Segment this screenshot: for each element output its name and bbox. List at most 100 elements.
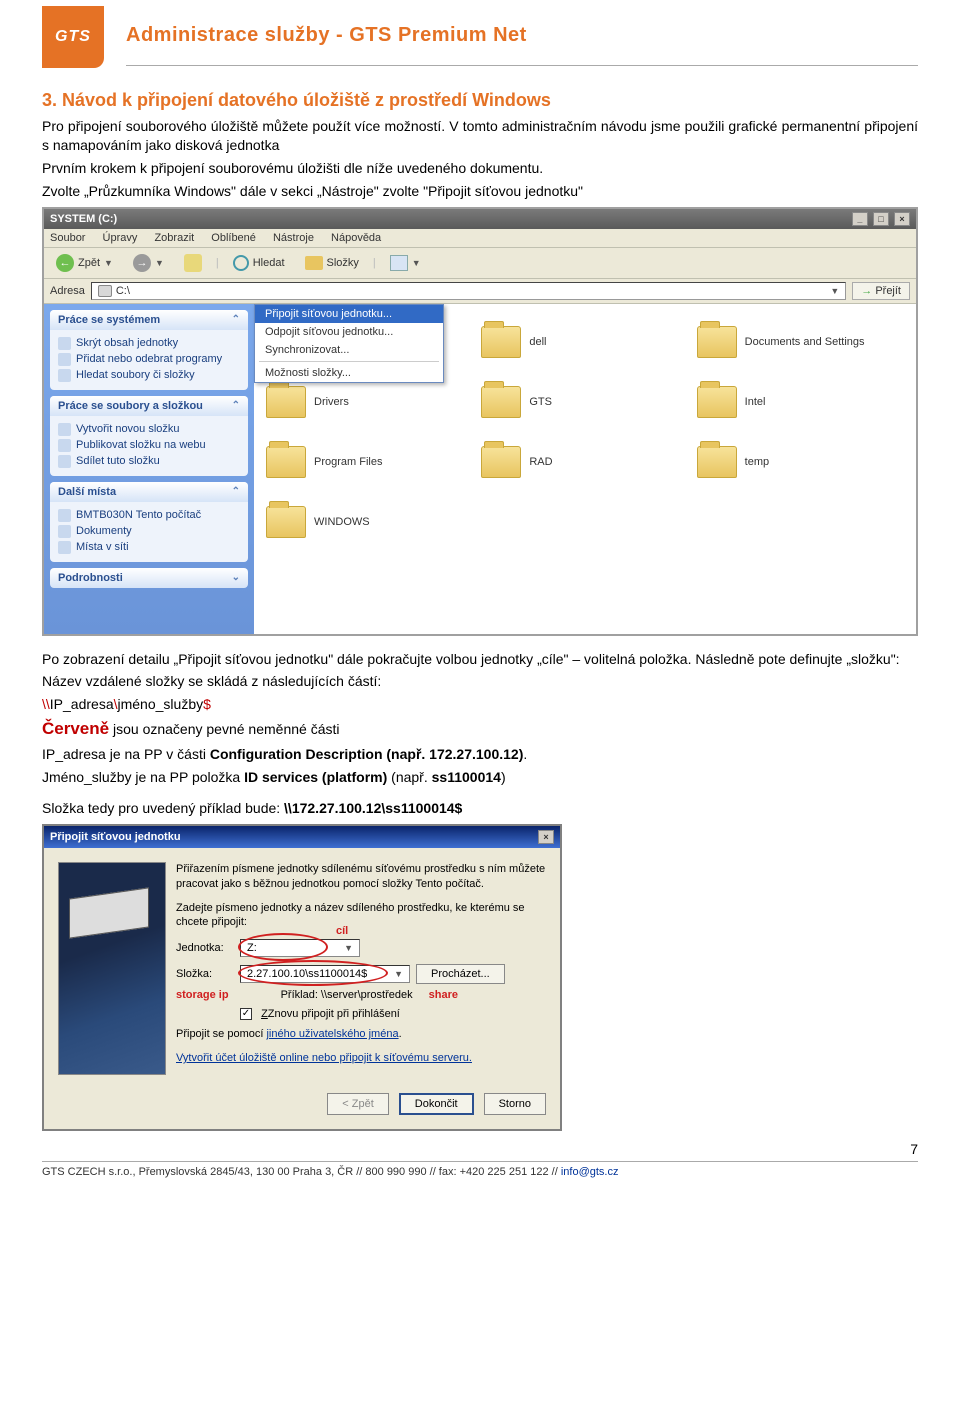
sidebar-item[interactable]: Místa v síti (58, 539, 240, 555)
browse-button[interactable]: Procházet... (416, 964, 505, 984)
maximize-icon[interactable]: □ (873, 212, 889, 226)
panel-header[interactable]: Podrobnosti ⌄ (50, 568, 248, 588)
back-icon: ← (56, 254, 74, 272)
search-icon (233, 255, 249, 271)
footer-email-link[interactable]: info@gts.cz (561, 1166, 619, 1178)
collapse-icon: ⌃ (232, 486, 240, 497)
folder-label: Složka: (176, 968, 234, 980)
disk-icon (98, 285, 112, 297)
sidebar-item[interactable]: BMTB030N Tento počítač (58, 507, 240, 523)
folder-icon (266, 386, 306, 418)
folder-item[interactable]: RAD (477, 432, 692, 492)
address-bar: Adresa C:\ ▼ → Přejít (44, 279, 916, 304)
close-icon[interactable]: × (894, 212, 910, 226)
annotation-share: share (429, 989, 458, 1001)
drive-label: Jednotka: (176, 942, 234, 954)
sidebar-item[interactable]: Sdílet tuto složku (58, 453, 240, 469)
gts-logo: GTS (42, 6, 104, 68)
intro-p1: Pro připojení souborového úložiště můžet… (42, 117, 918, 155)
panel-title: Práce se soubory a složkou (58, 400, 203, 412)
mid-p1: Po zobrazení detailu „Připojit síťovou j… (42, 650, 918, 669)
back-button: < Zpět (327, 1093, 389, 1115)
explorer-titlebar: SYSTEM (C:) _ □ × (44, 209, 916, 229)
page-header: GTS Administrace služby - GTS Premium Ne… (42, 6, 918, 68)
finish-button[interactable]: Dokončit (399, 1093, 474, 1115)
page-number: 7 (42, 1141, 918, 1157)
dropdown-item-disconnect[interactable]: Odpojit síťovou jednotku... (255, 323, 443, 341)
chevron-down-icon: ▼ (104, 258, 113, 268)
folders-label: Složky (327, 257, 359, 269)
menu-help[interactable]: Nápověda (331, 232, 381, 244)
folder-item[interactable]: Intel (693, 372, 908, 432)
menu-file[interactable]: Soubor (50, 232, 85, 244)
folder-item[interactable]: dell (477, 312, 692, 372)
panel-header[interactable]: Práce se soubory a složkou ⌃ (50, 396, 248, 416)
item-icon (58, 337, 71, 350)
signup-link[interactable]: Vytvořit účet úložiště online nebo připo… (176, 1052, 472, 1064)
folders-button[interactable]: Složky (299, 254, 365, 272)
go-button[interactable]: → Přejít (852, 282, 910, 300)
views-button[interactable]: ▼ (384, 253, 427, 273)
mid-p2: Název vzdálené složky se skládá z násled… (42, 672, 918, 691)
chevron-down-icon: ▼ (344, 943, 353, 953)
folders-icon (305, 256, 323, 270)
panel-header[interactable]: Práce se systémem ⌃ (50, 310, 248, 330)
folder-icon (481, 326, 521, 358)
panel-header[interactable]: Další místa ⌃ (50, 482, 248, 502)
ip-line: IP_adresa je na PP v části Configuration… (42, 745, 918, 764)
dropdown-item-sync[interactable]: Synchronizovat... (255, 341, 443, 359)
search-button[interactable]: Hledat (227, 253, 291, 273)
folder-item[interactable]: GTS (477, 372, 692, 432)
forward-icon: → (133, 254, 151, 272)
folder-item[interactable]: temp (693, 432, 908, 492)
sidebar-item[interactable]: Dokumenty (58, 523, 240, 539)
panel-title: Podrobnosti (58, 572, 123, 584)
other-user-link[interactable]: jiného uživatelského jména (266, 1028, 398, 1040)
folder-icon (697, 446, 737, 478)
back-label: Zpět (78, 257, 100, 269)
folder-icon (266, 446, 306, 478)
folder-icon (697, 386, 737, 418)
collapse-icon: ⌃ (232, 400, 240, 411)
forward-button[interactable]: → ▼ (127, 252, 170, 274)
folder-up-icon (184, 254, 202, 272)
panel-title: Práce se systémem (58, 314, 160, 326)
sidebar-item[interactable]: Vytvořit novou složku (58, 421, 240, 437)
dropdown-item-map[interactable]: Připojit síťovou jednotku... (255, 305, 443, 323)
dropdown-item-options[interactable]: Možnosti složky... (255, 364, 443, 382)
folder-item[interactable]: Documents and Settings (693, 312, 908, 372)
sidebar-item[interactable]: Přidat nebo odebrat programy (58, 351, 240, 367)
other-user-line: Připojit se pomocí jiného uživatelského … (176, 1027, 546, 1042)
folder-icon (266, 506, 306, 538)
address-label: Adresa (50, 285, 85, 297)
menu-view[interactable]: Zobrazit (154, 232, 194, 244)
folder-icon (481, 446, 521, 478)
close-icon[interactable]: × (538, 830, 554, 844)
back-button[interactable]: ← Zpět ▼ (50, 252, 119, 274)
menu-edit[interactable]: Úpravy (103, 232, 138, 244)
folder-icon (697, 326, 737, 358)
cancel-button[interactable]: Storno (484, 1093, 546, 1115)
folder-item[interactable]: Program Files (262, 432, 477, 492)
drive-row: Jednotka: Z: ▼ cíl (176, 939, 546, 957)
folder-item[interactable]: WINDOWS (262, 492, 477, 552)
sidebar-panel-files: Práce se soubory a složkou ⌃ Vytvořit no… (50, 396, 248, 476)
menu-tools[interactable]: Nástroje (273, 232, 314, 244)
red-note: Červeně jsou označeny pevné neměnné část… (42, 718, 918, 741)
dialog-p2: Zadejte písmeno jednotky a název sdílené… (176, 901, 546, 931)
search-label: Hledat (253, 257, 285, 269)
minimize-icon[interactable]: _ (852, 212, 868, 226)
address-field[interactable]: C:\ ▼ (91, 282, 846, 300)
up-button[interactable] (178, 252, 208, 274)
explorer-menubar: Soubor Úpravy Zobrazit Oblíbené Nástroje… (44, 229, 916, 248)
folder-row: Složka: 2.27.100.10\ss1100014$ ▼ Procház… (176, 964, 546, 984)
chevron-down-icon: ▼ (830, 286, 839, 296)
chevron-down-icon: ▼ (155, 258, 164, 268)
menu-favorites[interactable]: Oblíbené (211, 232, 256, 244)
sidebar-item[interactable]: Skrýt obsah jednotky (58, 335, 240, 351)
sidebar-item[interactable]: Publikovat složku na webu (58, 437, 240, 453)
reconnect-checkbox[interactable]: ✓ (240, 1008, 252, 1020)
item-icon (58, 369, 71, 382)
chevron-down-icon: ▼ (412, 258, 421, 268)
sidebar-item[interactable]: Hledat soubory či složky (58, 367, 240, 383)
